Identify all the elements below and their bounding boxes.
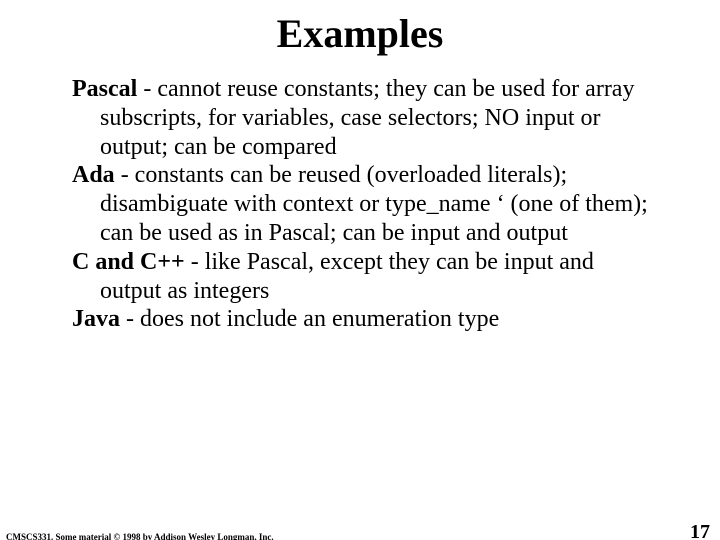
lang-label: C and C++ — [72, 249, 185, 275]
entry-c-cpp: C and C++ - like Pascal, except they can… — [72, 248, 660, 306]
entry-text: - cannot reuse constants; they can be us… — [100, 76, 634, 160]
entry-text: - does not include an enumeration type — [120, 306, 499, 332]
slide-title: Examples — [0, 10, 720, 57]
lang-label: Ada — [72, 162, 115, 188]
lang-label: Java — [72, 306, 120, 332]
entry-java: Java - does not include an enumeration t… — [72, 305, 660, 334]
page-number: 17 — [690, 521, 710, 540]
lang-label: Pascal — [72, 76, 137, 102]
slide-body: Pascal - cannot reuse constants; they ca… — [72, 75, 660, 334]
footer-copyright: CMSCS331. Some material © 1998 by Addiso… — [6, 532, 274, 540]
entry-text: - constants can be reused (overloaded li… — [100, 162, 648, 246]
slide: Examples Pascal - cannot reuse constants… — [0, 10, 720, 540]
entry-pascal: Pascal - cannot reuse constants; they ca… — [72, 75, 660, 161]
entry-ada: Ada - constants can be reused (overloade… — [72, 161, 660, 247]
